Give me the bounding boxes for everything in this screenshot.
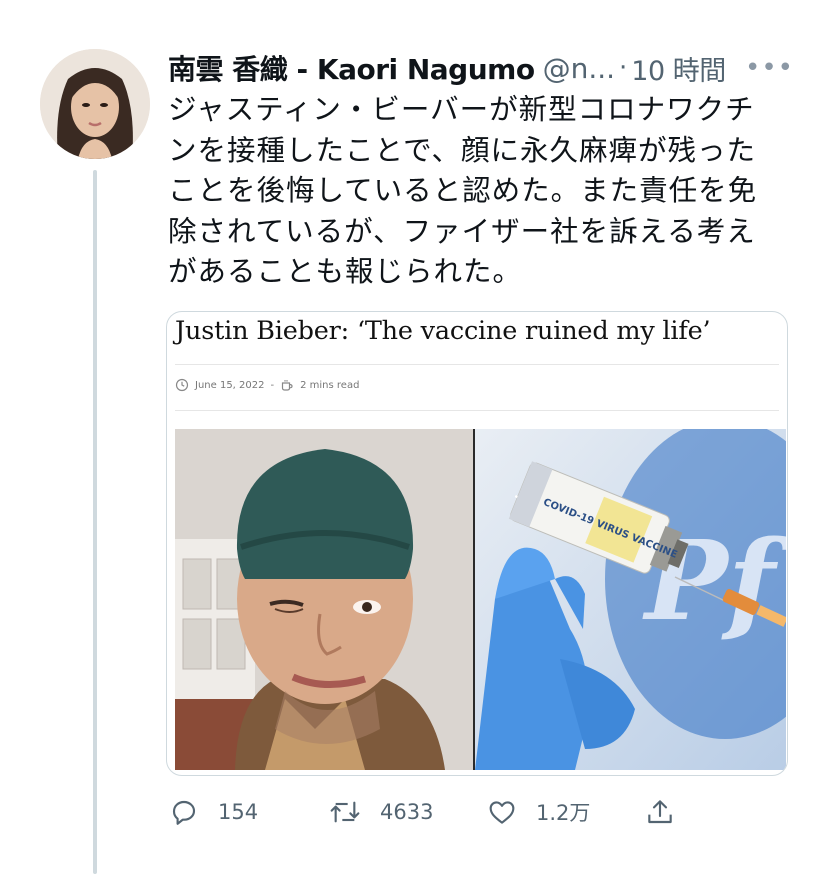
author-handle[interactable]: @n... <box>543 52 615 85</box>
justin-bieber-photo <box>175 429 473 770</box>
share-button[interactable] <box>644 790 676 834</box>
reply-count: 154 <box>218 800 259 824</box>
reply-button[interactable]: 154 <box>168 790 258 834</box>
tweet-header: 南雲 香織 - Kaori Nagumo @n... · 10 時間 ••• <box>168 48 798 88</box>
retweet-button[interactable]: 4633 <box>328 790 433 834</box>
card-meta: June 15, 2022 - 2 mins read <box>175 378 359 392</box>
share-icon <box>648 800 672 824</box>
card-meta-separator: - <box>270 379 275 391</box>
more-icon[interactable]: ••• <box>741 53 798 83</box>
link-card[interactable]: Justin Bieber: ‘The vaccine ruined my li… <box>166 311 788 776</box>
card-read-time: 2 mins read <box>300 379 360 391</box>
vaccine-photo: Pf COVID-19 VIRUS VACCINE • <box>475 429 786 770</box>
avatar[interactable] <box>40 49 150 159</box>
like-count: 1.2万 <box>536 801 591 825</box>
coffee-cup-icon <box>282 380 293 391</box>
retweet-icon <box>330 801 360 823</box>
card-date: June 15, 2022 <box>195 379 265 391</box>
action-bar: 154 4633 1.2万 <box>168 790 688 834</box>
author-name[interactable]: 南雲 香織 - Kaori Nagumo <box>168 48 535 88</box>
thread-line <box>93 170 97 874</box>
like-button[interactable]: 1.2万 <box>486 790 590 834</box>
reply-icon <box>172 800 196 825</box>
clock-icon <box>175 378 189 392</box>
card-divider-2 <box>175 410 779 411</box>
tweet-timestamp[interactable]: 10 時間 <box>631 49 726 88</box>
tweet-text: ジャスティン・ビーバーが新型コロナワクチンを接種したことで、顔に永久麻痺が残った… <box>168 93 758 288</box>
heart-icon <box>489 801 515 824</box>
card-title: Justin Bieber: ‘The vaccine ruined my li… <box>175 316 711 346</box>
separator-dot: · <box>619 53 628 83</box>
retweet-count: 4633 <box>380 800 434 824</box>
card-divider <box>175 364 779 365</box>
